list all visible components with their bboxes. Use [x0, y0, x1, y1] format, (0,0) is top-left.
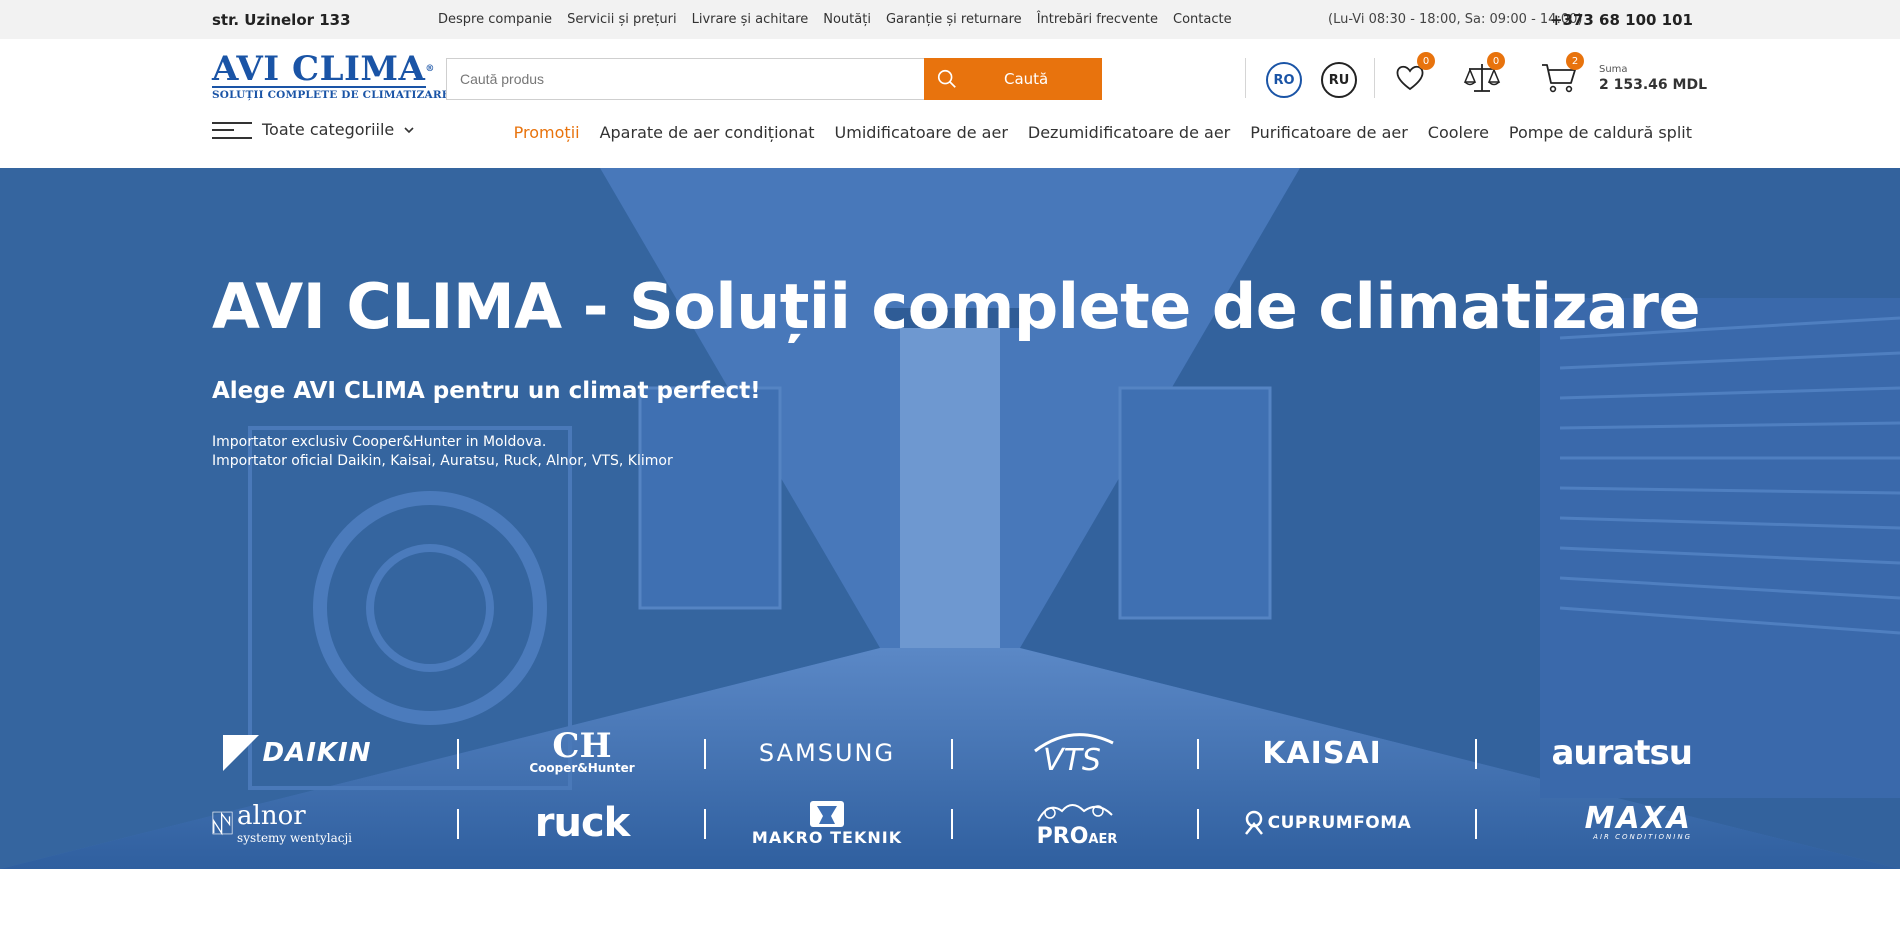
top-nav-faq[interactable]: Întrebări frecvente [1037, 12, 1158, 27]
all-categories-button[interactable]: Toate categoriile [212, 120, 416, 139]
cart-sum-value: 2 153.46 MDL [1599, 77, 1707, 93]
menu-item-dehumidifiers[interactable]: Dezumidificatoare de aer [1028, 123, 1230, 142]
hero-text-line-2: Importator oficial Daikin, Kaisai, Aurat… [212, 453, 673, 469]
logo-text: AVI CLIMA [212, 49, 426, 89]
logo-registered-mark: ® [425, 64, 435, 74]
search-button[interactable]: Caută [924, 58, 1102, 100]
brand-row: DAIKIN CH Cooper&Hunter SAMSUNG VTS KAIS… [212, 723, 1693, 783]
top-nav-services[interactable]: Servicii și prețuri [567, 12, 677, 27]
brand-divider [704, 809, 706, 839]
brand-divider [457, 809, 459, 839]
compare-button[interactable]: 0 [1463, 52, 1505, 98]
header-divider [1374, 58, 1375, 98]
brand-divider [1197, 809, 1199, 839]
menu-item-humidifiers[interactable]: Umidificatoare de aer [835, 123, 1008, 142]
hero-subtitle: Alege AVI CLIMA pentru un climat perfect… [212, 378, 761, 404]
top-nav: Despre companie Servicii și prețuri Livr… [438, 12, 1232, 27]
all-categories-label: Toate categoriile [262, 120, 395, 139]
category-menu: Promoții Aparate de aer condiționat Umid… [514, 123, 1692, 142]
brand-alnor[interactable]: alnor systemy wentylacji [212, 793, 352, 853]
top-nav-delivery[interactable]: Livrare și achitare [692, 12, 809, 27]
cart-button[interactable]: 2 [1540, 52, 1584, 98]
header-divider [1245, 58, 1246, 98]
store-address: str. Uzinelor 133 [212, 11, 351, 29]
brand-cuprumfoma[interactable]: CUPRUMFOMA [1237, 793, 1417, 853]
wishlist-count-badge: 0 [1417, 52, 1435, 70]
brand-daikin[interactable]: DAIKIN [212, 723, 382, 783]
cuprumfoma-logo-icon [1244, 810, 1263, 835]
menu-item-air-conditioners[interactable]: Aparate de aer condiționat [600, 123, 815, 142]
working-hours: (Lu-Vi 08:30 - 18:00, Sa: 09:00 - 14:00) [1328, 12, 1583, 27]
pro-aer-dragon-icon [1037, 804, 1113, 822]
brand-cooper-hunter[interactable]: CH Cooper&Hunter [522, 723, 642, 783]
brand-divider [1475, 739, 1477, 769]
brand-auratsu[interactable]: auratsu [1532, 723, 1693, 783]
brand-ruck[interactable]: ruck [522, 793, 642, 853]
brand-makro-teknik[interactable]: MAKRO TEKNIK [752, 793, 901, 853]
brand-divider [1475, 809, 1477, 839]
brand-maxa[interactable]: MAXA AIR CONDITIONING [1552, 793, 1692, 853]
hero-title: AVI CLIMA - Soluții complete de climatiz… [212, 270, 1701, 343]
site-logo[interactable]: AVI CLIMA® SOLUȚII COMPLETE DE CLIMATIZA… [212, 49, 450, 101]
brand-pro-aer[interactable]: PRO AER [1022, 793, 1132, 853]
alnor-logo-icon [212, 811, 233, 836]
cart-count-badge: 2 [1566, 52, 1584, 70]
menu-icon [212, 121, 252, 139]
brand-divider [951, 809, 953, 839]
logo-underline [212, 86, 426, 88]
brand-divider [704, 739, 706, 769]
wishlist-button[interactable]: 0 [1393, 52, 1435, 98]
search-input[interactable] [447, 59, 924, 99]
top-nav-contacts[interactable]: Contacte [1173, 12, 1232, 27]
search-button-label: Caută [1004, 70, 1049, 88]
top-nav-news[interactable]: Noutăți [823, 12, 871, 27]
search-icon [937, 69, 956, 88]
menu-item-coolers[interactable]: Coolere [1428, 123, 1489, 142]
chevron-down-icon [404, 126, 414, 133]
brand-kaisai[interactable]: KAISAI [1242, 723, 1402, 783]
top-nav-about[interactable]: Despre companie [438, 12, 552, 27]
daikin-logo-icon [222, 735, 259, 771]
makro-teknik-logo-icon [810, 800, 844, 827]
phone-link[interactable]: +373 68 100 101 [1550, 11, 1693, 29]
lang-ru-button[interactable]: RU [1321, 62, 1357, 98]
top-nav-warranty[interactable]: Garanție și returnare [886, 12, 1022, 27]
cart-sum[interactable]: Suma 2 153.46 MDL [1599, 64, 1707, 93]
brand-samsung[interactable]: SAMSUNG [757, 723, 897, 783]
menu-item-air-purifiers[interactable]: Purificatoare de aer [1250, 123, 1408, 142]
lang-ro-button[interactable]: RO [1266, 62, 1302, 98]
compare-count-badge: 0 [1487, 52, 1505, 70]
brand-divider [1197, 739, 1199, 769]
menu-item-promotions[interactable]: Promoții [514, 123, 580, 142]
search-bar: Caută [446, 58, 1102, 100]
hero-banner: AVI CLIMA - Soluții complete de climatiz… [0, 168, 1900, 869]
brand-divider [457, 739, 459, 769]
vts-swoosh-icon [1034, 733, 1114, 753]
logo-tagline: SOLUȚII COMPLETE DE CLIMATIZARE [212, 89, 450, 101]
brand-divider [951, 739, 953, 769]
menu-item-heat-pumps[interactable]: Pompe de caldură split [1509, 123, 1692, 142]
top-bar: str. Uzinelor 133 Despre companie Servic… [0, 0, 1900, 39]
brand-vts[interactable]: VTS [1022, 723, 1122, 783]
cart-sum-label: Suma [1599, 64, 1628, 75]
brand-row: alnor systemy wentylacji ruck MAKRO TEKN… [212, 793, 1692, 853]
hero-text-line-1: Importator exclusiv Cooper&Hunter in Mol… [212, 434, 547, 450]
